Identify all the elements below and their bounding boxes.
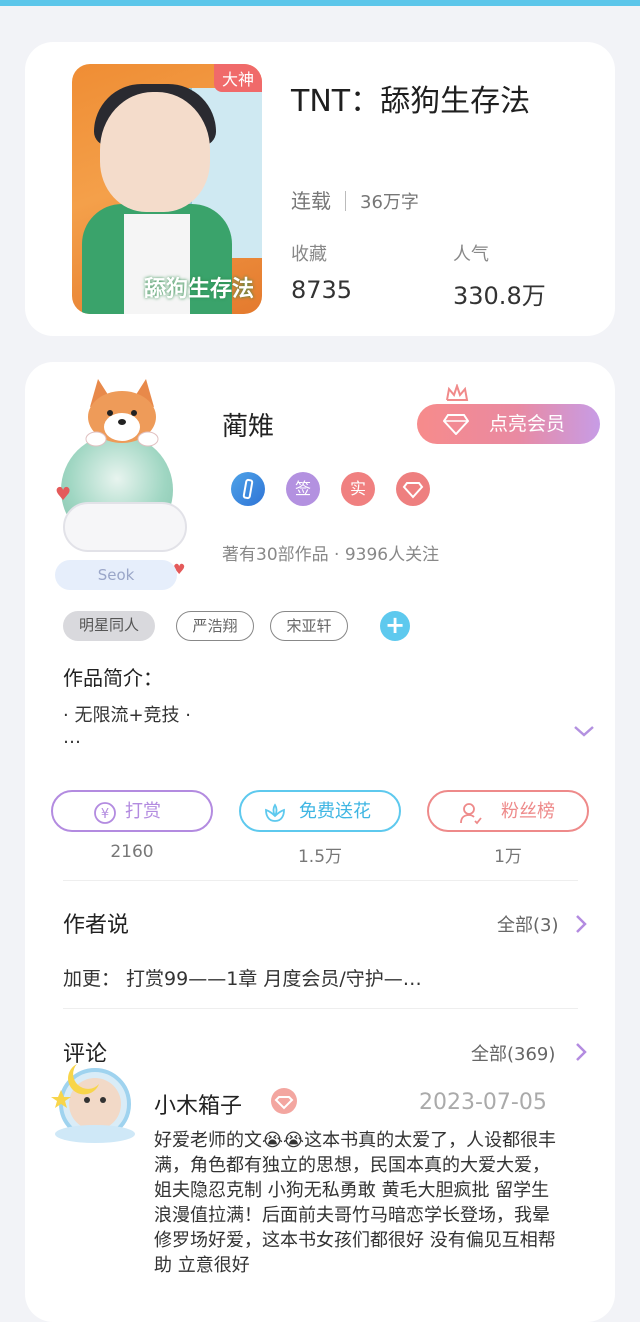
book-status: 连载 [291,189,331,213]
corgi-icon [85,379,159,447]
comment-text[interactable]: 好爱老师的文😭😭这本书真的太爱了，人设都很丰满，角色都有独立的思想，民国本真的大… [154,1128,564,1278]
cover-title: 舔狗生存法 [143,277,254,302]
book-title: TNT：舔狗生存法 [291,84,531,119]
flower-icon [265,803,285,822]
intro-heading: 作品简介： [63,666,163,690]
author-say-text[interactable]: 加更： 打赏99——1章 月度会员/守护—… [63,964,422,991]
intro-line: … [63,727,81,748]
book-info-card[interactable]: 舔狗生存法 大神 TNT：舔狗生存法 连载 36万字 收藏 8735 人气 330… [25,42,615,336]
cover-art-face [100,92,210,212]
meta-divider [345,191,346,211]
tip-button-label: 打赏 [125,801,161,822]
tip-count: 2160 [110,842,154,862]
signed-badge-icon[interactable]: 签 [286,472,320,506]
commenter-avatar[interactable] [47,1050,143,1146]
user-ranking-icon [460,803,482,825]
word-count: 36万字 [360,192,419,213]
fan-ranking-label: 粉丝榜 [501,801,555,822]
author-name[interactable]: 蔺雉 [222,406,274,443]
comments-more-link[interactable]: 全部(369) [471,1040,555,1066]
comment-date: 2023-07-05 [419,1090,547,1115]
yen-coin-icon: ¥ [94,802,116,824]
send-flower-button[interactable]: 免费送花 [239,790,401,832]
chevron-down-icon[interactable] [573,724,595,738]
top-banner-edge [0,0,640,6]
author-works-info: 著有30部作品 · 9396人关注 [222,545,440,565]
book-detail-card: ♥ ♥ Seok 蔺雉 点亮会员 签 实 著有30部作品 · 9396人关注 明… [25,362,615,1322]
member-diamond-icon [271,1088,297,1114]
svg-text:¥: ¥ [101,807,109,822]
book-cover[interactable]: 舔狗生存法 大神 [72,64,262,314]
popularity-label: 人气 [453,244,489,265]
crown-icon [446,384,469,401]
verified-badge-icon[interactable]: 实 [341,472,375,506]
divider [63,880,578,881]
send-flower-label: 免费送花 [299,801,371,822]
tag-chip[interactable]: 严浩翔 [176,611,254,641]
vip-button-label: 点亮会员 [489,413,566,435]
author-say-more-link[interactable]: 全部(3) [497,911,559,937]
avatar-cloud-decoration [63,502,187,552]
intro-line: · 无限流+竞技 · [63,705,191,726]
tip-button[interactable]: ¥ 打赏 [51,790,213,832]
diamond-icon [443,414,469,435]
heart-icon: ♥ [55,484,72,505]
author-avatar-frame[interactable]: ♥ ♥ Seok [55,372,205,590]
popularity-value: 330.8万 [453,282,546,310]
chevron-right-icon[interactable] [575,914,587,934]
favorites-label: 收藏 [291,244,327,265]
add-tag-button[interactable]: + [380,611,410,641]
chevron-right-icon[interactable] [575,1042,587,1062]
fan-count: 1万 [494,847,522,867]
flower-count: 1.5万 [297,847,343,867]
tag-chip[interactable]: 宋亚轩 [270,611,348,641]
favorites-value: 8735 [291,276,353,304]
tag-chip[interactable]: 明星同人 [63,611,155,641]
author-say-heading: 作者说 [63,913,130,938]
comment-username[interactable]: 小木箱子 [154,1088,242,1120]
vip-button[interactable]: 点亮会员 [417,404,600,444]
fan-ranking-button[interactable]: 粉丝榜 [427,790,589,832]
intro-text[interactable]: · 无限流+竞技 · … [63,705,191,749]
cover-badge: 大神 [213,64,262,92]
vip-diamond-badge-icon[interactable] [396,472,430,506]
avatar-name-tag: Seok [55,560,177,590]
level-badge-icon[interactable] [231,472,265,506]
book-meta: 连载 36万字 [291,185,419,214]
divider [63,1008,578,1009]
